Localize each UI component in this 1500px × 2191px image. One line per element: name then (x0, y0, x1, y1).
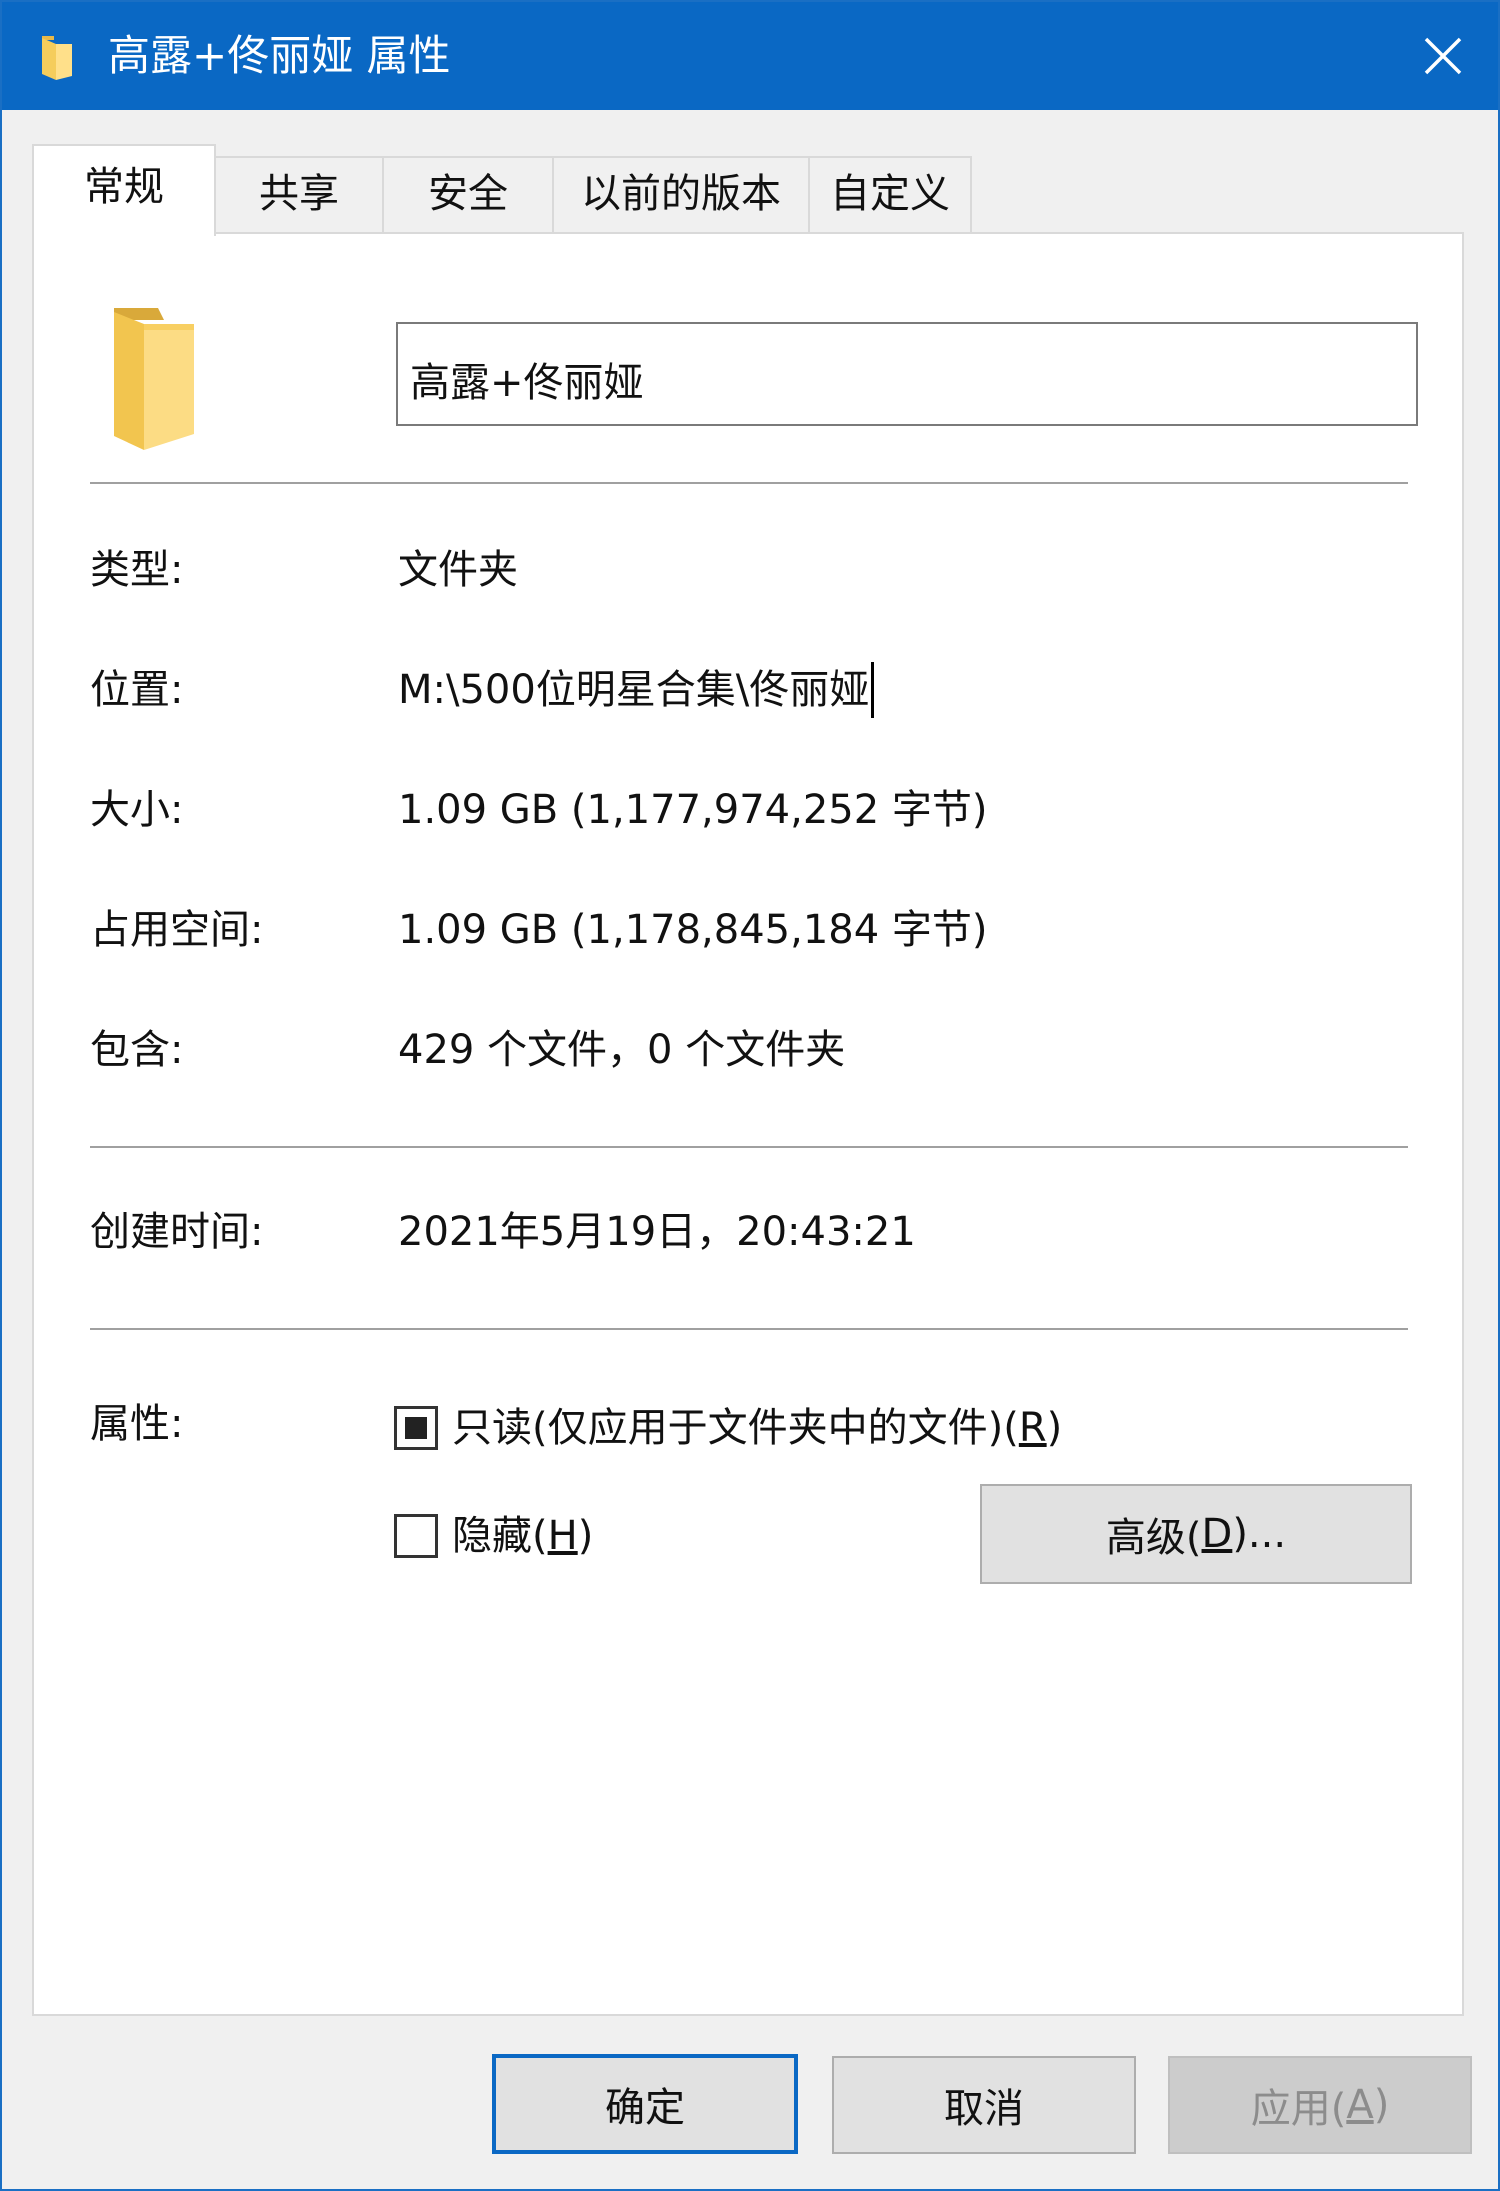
readonly-label[interactable]: 只读(仅应用于文件夹中的文件)(R) (452, 1400, 1062, 1456)
hidden-accel: H (547, 1513, 578, 1559)
created-label: 创建时间: (90, 1209, 264, 1255)
folder-icon (40, 36, 74, 80)
readonly-checkbox[interactable] (394, 1406, 438, 1450)
hidden-label-text: 隐藏( (452, 1513, 548, 1559)
disk-size-value: 1.09 GB (1,178,845,184 字节) (398, 907, 988, 953)
general-panel: 类型: 文件夹 位置: M:\500位明星合集\佟丽娅 大小: 1.09 GB … (32, 232, 1464, 2016)
created-value: 2021年5月19日，20:43:21 (398, 1209, 916, 1255)
contains-label: 包含: (90, 1027, 184, 1073)
hidden-label[interactable]: 隐藏(H) (452, 1508, 593, 1564)
apply-label: 应用( (1250, 2086, 1347, 2132)
window-title: 高露+佟丽娅 属性 (108, 31, 451, 80)
type-label: 类型: (90, 547, 184, 593)
location-label: 位置: (90, 667, 184, 713)
size-value: 1.09 GB (1,177,974,252 字节) (398, 787, 988, 833)
close-button[interactable] (1388, 2, 1498, 110)
hidden-checkbox[interactable] (394, 1514, 438, 1558)
location-text: M:\500位明星合集\佟丽娅 (398, 667, 870, 713)
type-value: 文件夹 (398, 547, 518, 593)
tab-sharing[interactable]: 共享 (214, 156, 384, 234)
readonly-label-suffix: ) (1046, 1405, 1063, 1451)
advanced-label: 高级( (1105, 1515, 1202, 1561)
tab-security[interactable]: 安全 (382, 156, 554, 234)
size-label: 大小: (90, 787, 184, 833)
advanced-accel: D (1201, 1511, 1233, 1557)
cancel-button[interactable]: 取消 (832, 2056, 1136, 2154)
folder-icon (106, 300, 216, 450)
title-bar: 高露+佟丽娅 属性 (2, 2, 1498, 110)
disk-size-label: 占用空间: (90, 907, 264, 953)
close-icon (1424, 37, 1462, 75)
separator (90, 1146, 1408, 1148)
tab-customize[interactable]: 自定义 (808, 156, 972, 234)
advanced-button[interactable]: 高级(D)... (980, 1484, 1412, 1584)
hidden-label-suffix: ) (577, 1513, 594, 1559)
apply-button[interactable]: 应用(A) (1168, 2056, 1472, 2154)
tab-general[interactable]: 常规 (32, 144, 216, 236)
contains-value: 429 个文件，0 个文件夹 (398, 1027, 846, 1073)
ok-button[interactable]: 确定 (492, 2054, 798, 2154)
location-value[interactable]: M:\500位明星合集\佟丽娅 (398, 662, 875, 718)
readonly-label-text: 只读(仅应用于文件夹中的文件)( (452, 1405, 1019, 1451)
apply-suffix: ) (1373, 2082, 1390, 2128)
separator (90, 482, 1408, 484)
readonly-accel: R (1018, 1405, 1047, 1451)
advanced-suffix: )... (1232, 1511, 1287, 1557)
separator (90, 1328, 1408, 1330)
tab-previous-versions[interactable]: 以前的版本 (552, 156, 810, 234)
text-caret (871, 662, 875, 718)
apply-accel: A (1346, 2082, 1374, 2128)
folder-name-input[interactable] (396, 322, 1418, 426)
attributes-label: 属性: (90, 1401, 184, 1447)
properties-window: 高露+佟丽娅 属性 常规 共享 安全 以前的版本 自定义 类型: 文件夹 位置:… (0, 0, 1500, 2191)
